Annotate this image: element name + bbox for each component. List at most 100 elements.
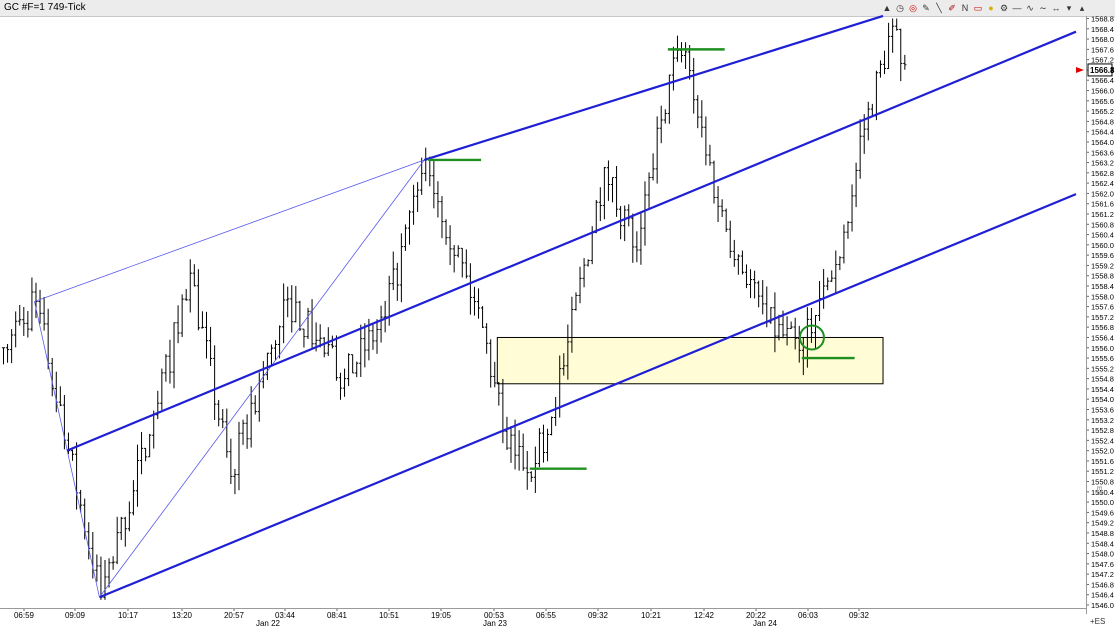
- ohlc-bar: [659, 105, 663, 144]
- y-tick-label: 1566.0: [1091, 87, 1114, 96]
- ohlc-bar: [115, 516, 119, 565]
- ohlc-bar: [294, 286, 298, 323]
- ohlc-bar: [476, 288, 481, 319]
- ohlc-bar: [761, 280, 765, 315]
- ohlc-bar: [355, 361, 359, 378]
- ohlc-bar: [440, 196, 444, 239]
- ohlc-bar: [619, 206, 623, 240]
- x-tick-label: 12:42: [694, 611, 715, 620]
- y-tick-label: 1559.2: [1091, 261, 1114, 270]
- corner-label: +ES: [1090, 617, 1106, 626]
- ohlc-bar: [464, 249, 468, 279]
- ohlc-bar: [753, 270, 757, 299]
- ohlc-bar: [144, 447, 148, 462]
- price-axis-separator: [1086, 16, 1087, 614]
- ohlc-bar: [424, 147, 428, 182]
- ohlc-bar: [403, 224, 408, 251]
- ohlc-bar: [383, 300, 387, 333]
- x-tick-label: 10:21: [641, 611, 662, 620]
- y-tick-label: 1548.8: [1091, 529, 1114, 538]
- x-date-label: Jan 23: [483, 619, 508, 628]
- ohlc-bar: [452, 245, 456, 273]
- ohlc-bar: [444, 219, 448, 245]
- ohlc-bar: [594, 200, 598, 234]
- y-tick-label: 1559.6: [1091, 251, 1114, 260]
- y-tick-label: 1565.6: [1091, 97, 1114, 106]
- ohlc-bar: [834, 250, 838, 294]
- ohlc-bar: [1, 347, 6, 365]
- ohlc-bar: [233, 468, 237, 495]
- ohlc-bar: [602, 166, 606, 220]
- ohlc-bar: [521, 433, 525, 471]
- y-tick-label: 1552.8: [1091, 426, 1114, 435]
- x-tick-label: 09:32: [588, 611, 609, 620]
- ohlc-bar: [208, 326, 213, 366]
- ohlc-bar: [363, 323, 367, 368]
- ohlc-bar: [545, 428, 550, 462]
- x-axis: 06:59 09:09 10:17 13:20 20:57 03:44 08:41 10:51…: [14, 608, 870, 628]
- ohlc-bar: [480, 306, 485, 329]
- y-tick-label: 1560.0: [1091, 241, 1114, 250]
- ohlc-bar: [655, 116, 659, 184]
- ohlc-bar: [18, 305, 22, 326]
- ohlc-bar: [822, 269, 826, 309]
- ohlc-bar: [168, 339, 172, 384]
- ohlc-bar: [497, 382, 501, 406]
- y-tick-label: 1561.2: [1091, 210, 1114, 219]
- ohlc-bar: [196, 269, 200, 331]
- y-tick-label: 1554.0: [1091, 395, 1114, 404]
- x-tick-label: 10:17: [118, 611, 139, 620]
- x-tick-label: 08:41: [327, 611, 348, 620]
- ohlc-bar: [846, 221, 850, 239]
- ohlc-bar: [874, 70, 878, 121]
- ohlc-bar: [554, 397, 558, 426]
- x-tick-label: 13:20: [172, 611, 193, 620]
- ohlc-bar: [854, 162, 858, 208]
- ohlc-bar: [744, 264, 749, 289]
- y-tick-label: 1546.8: [1091, 580, 1114, 589]
- ohlc-bar: [5, 343, 10, 363]
- ohlc-bar: [582, 258, 586, 288]
- x-tick-label: 06:59: [14, 611, 35, 620]
- y-tick-label: 1563.2: [1091, 159, 1114, 168]
- ohlc-bar: [322, 337, 326, 358]
- ohlc-bar: [371, 323, 375, 350]
- ohlc-bar: [639, 212, 643, 265]
- ohlc-bar: [586, 259, 590, 267]
- ohlc-bar: [696, 95, 700, 129]
- ohlc-bar: [647, 172, 651, 208]
- y-tick-label: 1562.4: [1091, 179, 1114, 188]
- y-tick-label: 1556.8: [1091, 323, 1114, 332]
- ohlc-bar: [736, 254, 740, 275]
- time-axis-separator: [0, 608, 1086, 609]
- y-tick-label: 1556.4: [1091, 333, 1114, 342]
- y-tick-label: 1561.6: [1091, 200, 1114, 209]
- ohlc-bar: [886, 22, 891, 70]
- ohlc-bar: [878, 60, 883, 78]
- price-chart[interactable]: 1568.81568.41568.01567.61567.21566.81566…: [0, 0, 1115, 628]
- pitchfork-line: [34, 301, 100, 598]
- y-tick-label: 1555.2: [1091, 364, 1114, 373]
- ohlc-bar: [253, 395, 257, 415]
- ohlc-bar: [273, 340, 278, 360]
- y-tick-label: 1551.2: [1091, 467, 1114, 476]
- x-tick-label: 09:09: [65, 611, 86, 620]
- bars-layer: [1, 18, 907, 600]
- y-tick-label: 1547.6: [1091, 560, 1114, 569]
- ohlc-bar: [757, 280, 761, 308]
- marks-layer: [428, 48, 855, 470]
- ohlc-bar: [432, 159, 436, 209]
- y-tick-label: 1568.8: [1091, 15, 1114, 24]
- ohlc-bar: [866, 101, 870, 141]
- ohlc-bar: [732, 239, 736, 267]
- ohlc-bar: [550, 416, 554, 436]
- ohlc-bar: [290, 285, 294, 333]
- ohlc-bar: [95, 554, 99, 582]
- ohlc-bar: [663, 109, 667, 124]
- ohlc-bar: [156, 390, 160, 420]
- y-tick-label: 1553.2: [1091, 416, 1114, 425]
- ohlc-bar: [139, 432, 144, 475]
- ohlc-bar: [704, 116, 708, 166]
- ohlc-bar: [351, 354, 355, 374]
- zone-layer: [496, 336, 884, 385]
